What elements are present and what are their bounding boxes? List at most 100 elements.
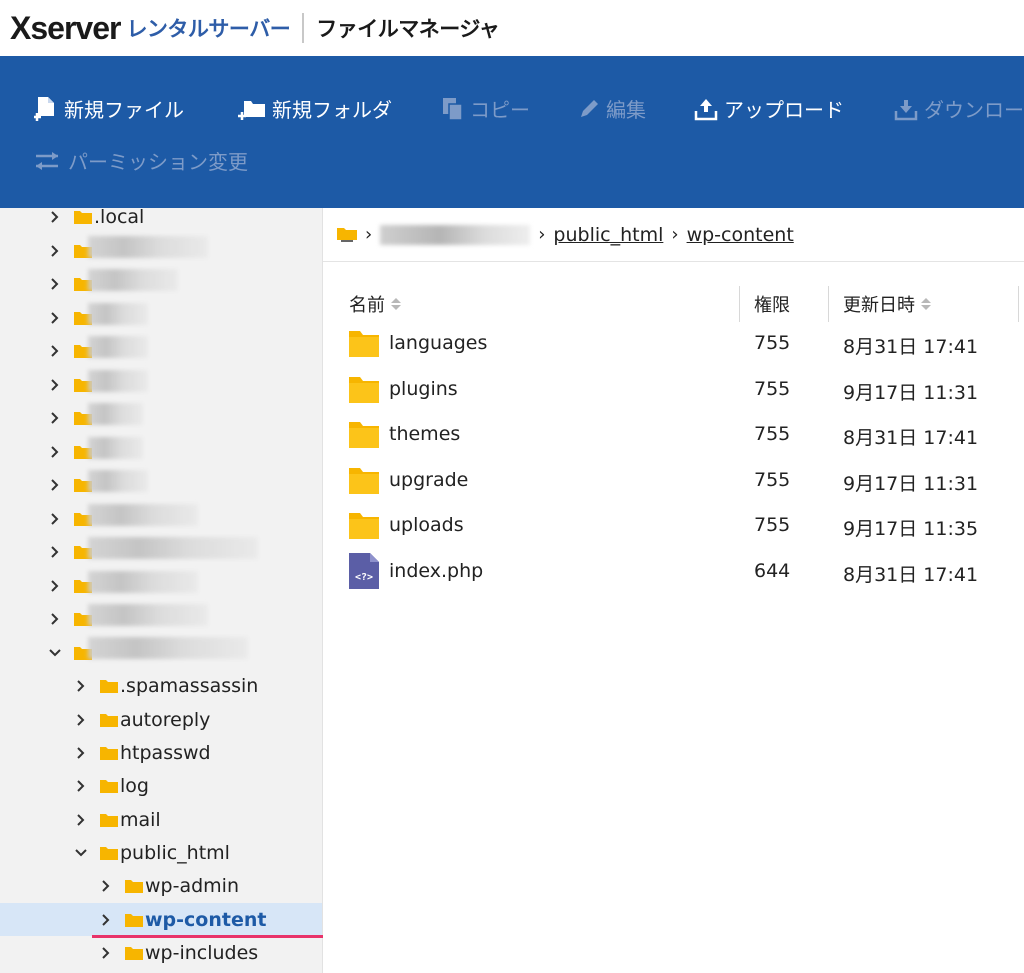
chevron-down-icon[interactable]	[48, 646, 62, 660]
file-name[interactable]: plugins	[389, 378, 458, 400]
chevron-right-icon[interactable]	[48, 244, 62, 258]
tree-item[interactable]	[0, 435, 322, 468]
tree-item-label: log	[120, 774, 149, 797]
tree-item[interactable]	[0, 368, 322, 401]
tree-item-wp-content[interactable]: wp-content	[0, 903, 322, 936]
folder-icon	[349, 468, 379, 494]
table-row[interactable]: themes 755 8月31日 17:41	[323, 415, 1024, 455]
copy-icon	[443, 97, 463, 121]
chevron-right-icon[interactable]	[74, 713, 88, 727]
tree-item-label: .spamassassin	[120, 674, 259, 697]
chevron-right-icon[interactable]	[48, 445, 62, 459]
table-row[interactable]: uploads 755 9月17日 11:35	[323, 506, 1024, 546]
chevron-right-icon[interactable]	[99, 946, 113, 960]
tree-item-label: wp-includes	[145, 941, 259, 964]
new-file-label: 新規ファイル	[64, 98, 184, 122]
chevron-right-icon[interactable]	[48, 478, 62, 492]
redacted-name	[88, 236, 208, 258]
tree-item-wp-includes[interactable]: wp-includes	[0, 936, 322, 969]
tree-item-wp-admin[interactable]: wp-admin	[0, 869, 322, 902]
tree-item-htpasswd[interactable]: htpasswd	[0, 736, 322, 769]
file-name[interactable]: languages	[389, 332, 487, 354]
tree-item[interactable]	[0, 301, 322, 334]
tree-item-public-html[interactable]: public_html	[0, 836, 322, 869]
file-permission: 755	[754, 423, 791, 445]
chevron-right-icon[interactable]	[48, 612, 62, 626]
toolbar: 新規ファイル 新規フォルダ コピー 編集 アップロード ダウンロー パーミッショ…	[0, 56, 1024, 208]
table-row[interactable]: <?> index.php 644 8月31日 17:41	[323, 552, 1024, 592]
app-header: Xserver レンタルサーバー ファイルマネージャ	[0, 0, 1024, 56]
edit-button[interactable]: 編集	[578, 94, 646, 123]
chevron-right-icon[interactable]	[74, 779, 88, 793]
chevron-right-icon[interactable]	[74, 746, 88, 760]
file-date: 8月31日 17:41	[843, 564, 979, 586]
permission-button[interactable]: パーミッション変更	[34, 146, 248, 175]
chevron-right-icon[interactable]	[99, 913, 113, 927]
chevron-right-icon[interactable]	[74, 679, 88, 693]
column-perm-header[interactable]: 権限	[754, 288, 790, 320]
chevron-right-icon[interactable]	[74, 813, 88, 827]
folder-icon	[125, 879, 143, 893]
home-folder-icon[interactable]	[337, 226, 357, 244]
file-name[interactable]: uploads	[389, 514, 464, 536]
folder-icon	[349, 513, 379, 539]
file-permission: 644	[754, 560, 791, 582]
chevron-right-icon[interactable]	[48, 411, 62, 425]
chevron-right-icon[interactable]	[48, 579, 62, 593]
tree-item[interactable]	[0, 401, 322, 434]
column-divider	[1018, 286, 1019, 322]
new-folder-label: 新規フォルダ	[272, 98, 392, 122]
chevron-right-icon[interactable]	[48, 512, 62, 526]
column-divider	[828, 286, 829, 322]
column-perm-label: 権限	[754, 295, 790, 316]
tree-item-label: htpasswd	[120, 741, 211, 764]
table-row[interactable]: languages 755 8月31日 17:41	[323, 324, 1024, 364]
chevron-down-icon[interactable]	[74, 846, 88, 860]
new-file-button[interactable]: 新規ファイル	[34, 94, 184, 123]
new-file-icon	[34, 96, 54, 121]
redacted-name	[88, 269, 178, 291]
breadcrumb-separator: ›	[365, 224, 373, 245]
download-button[interactable]: ダウンロー	[894, 94, 1024, 123]
breadcrumb-public-html[interactable]: public_html	[553, 224, 663, 246]
chevron-right-icon[interactable]	[48, 344, 62, 358]
tree-item-label: wp-content	[145, 908, 267, 931]
chevron-right-icon[interactable]	[99, 879, 113, 893]
folder-icon	[74, 210, 92, 224]
chevron-right-icon[interactable]	[48, 210, 62, 224]
chevron-right-icon[interactable]	[48, 311, 62, 325]
file-permission: 755	[754, 469, 791, 491]
chevron-right-icon[interactable]	[48, 378, 62, 392]
folder-icon	[100, 813, 118, 827]
folder-icon	[100, 713, 118, 727]
new-folder-button[interactable]: 新規フォルダ	[238, 94, 392, 123]
file-name[interactable]: upgrade	[389, 469, 468, 491]
tree-item-mail[interactable]: mail	[0, 803, 322, 836]
file-permission: 755	[754, 332, 791, 354]
file-name[interactable]: themes	[389, 423, 460, 445]
folder-tree: .local .spamassassin autoreply htpasswd	[0, 208, 323, 973]
table-row[interactable]: upgrade 755 9月17日 11:31	[323, 461, 1024, 501]
folder-icon	[100, 679, 118, 693]
folder-icon	[349, 331, 379, 357]
column-date-label: 更新日時	[843, 295, 915, 316]
copy-label: コピー	[470, 98, 530, 122]
breadcrumb-wp-content[interactable]: wp-content	[687, 224, 794, 246]
table-row[interactable]: plugins 755 9月17日 11:31	[323, 370, 1024, 410]
tree-item[interactable]	[0, 468, 322, 501]
tree-item-log[interactable]: log	[0, 769, 322, 802]
brand-logo: Xserver	[10, 9, 121, 46]
tree-item[interactable]	[0, 334, 322, 367]
tree-item-local[interactable]: .local	[0, 208, 322, 233]
chevron-right-icon[interactable]	[48, 545, 62, 559]
tree-item-spamassassin[interactable]: .spamassassin	[0, 669, 322, 702]
edit-label: 編集	[606, 98, 646, 122]
svg-text:<?>: <?>	[355, 572, 373, 583]
copy-button[interactable]: コピー	[442, 94, 530, 123]
column-date-header[interactable]: 更新日時	[843, 288, 931, 320]
file-name[interactable]: index.php	[389, 560, 483, 582]
column-name-header[interactable]: 名前	[349, 288, 401, 320]
tree-item-autoreply[interactable]: autoreply	[0, 703, 322, 736]
chevron-right-icon[interactable]	[48, 277, 62, 291]
upload-button[interactable]: アップロード	[694, 94, 844, 123]
